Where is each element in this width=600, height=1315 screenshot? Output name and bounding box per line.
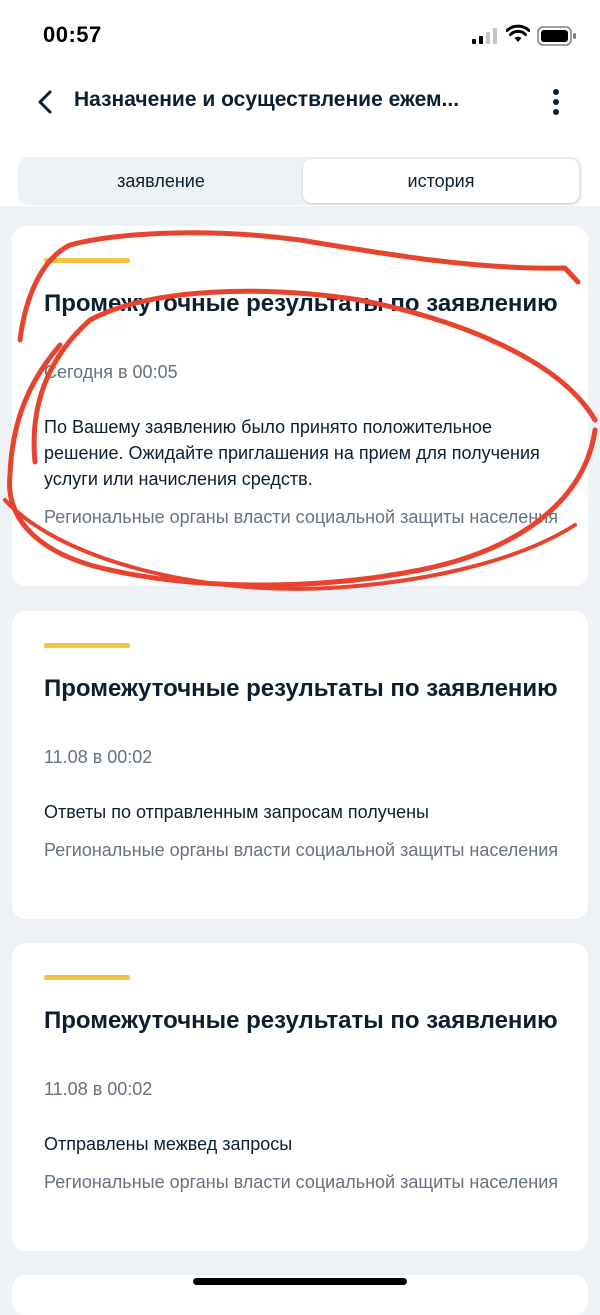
status-bar: 00:57 <box>0 0 600 72</box>
card-title: Промежуточные результаты по заявлению <box>44 290 558 317</box>
more-vertical-icon[interactable] <box>540 86 572 118</box>
card-title: Промежуточные результаты по заявлению <box>44 1007 558 1034</box>
card-date: 11.08 в 00:02 <box>44 1079 153 1099</box>
page-title: Назначение и осуществление ежем... <box>74 88 460 111</box>
wifi-icon <box>506 24 530 42</box>
card-accent-bar <box>44 643 130 648</box>
header: Назначение и осуществление ежем... заявл… <box>0 72 600 206</box>
card-text: Ответы по отправленным запросам получены <box>44 802 429 822</box>
card-source: Региональные органы власти социальной за… <box>44 840 559 860</box>
tab-switcher: заявление история <box>18 157 582 205</box>
history-card: Промежуточные результаты по заявлению Се… <box>12 226 588 586</box>
history-card: Промежуточные результаты по заявлению 11… <box>12 943 588 1251</box>
card-date: Сегодня в 00:05 <box>44 362 178 382</box>
card-text: Отправлены межвед запросы <box>44 1134 293 1154</box>
card-accent-bar <box>44 258 130 263</box>
card-title: Промежуточные результаты по заявлению <box>44 675 558 702</box>
card-accent-bar <box>44 975 130 980</box>
tab-application[interactable]: заявление <box>20 159 302 203</box>
history-card: Промежуточные результаты по заявлению 11… <box>12 611 588 919</box>
signal-icon <box>472 28 497 44</box>
card-date: 11.08 в 00:02 <box>44 747 153 767</box>
card-text: По Вашему заявлению было принято положит… <box>44 417 540 489</box>
card-source: Региональные органы власти социальной за… <box>44 1172 559 1192</box>
back-chevron-icon[interactable] <box>28 84 64 120</box>
battery-icon <box>537 26 576 46</box>
status-time: 00:57 <box>43 22 102 47</box>
card-source: Региональные органы власти социальной за… <box>44 507 559 527</box>
tab-history[interactable]: история <box>303 159 579 203</box>
home-indicator <box>193 1278 407 1285</box>
